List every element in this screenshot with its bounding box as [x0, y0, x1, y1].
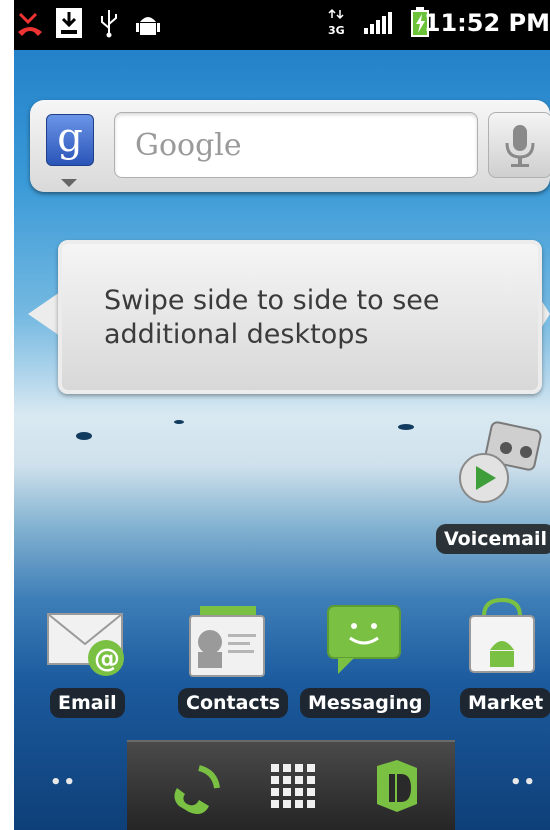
- swipe-tip-text: Swipe side to side to see additional des…: [104, 285, 440, 350]
- app-label-market: Market: [460, 688, 550, 718]
- google-logo-button[interactable]: g: [46, 114, 94, 166]
- app-market[interactable]: Market: [458, 598, 550, 724]
- browser-icon[interactable]: [367, 756, 427, 816]
- contacts-icon: [189, 606, 265, 677]
- google-search-widget[interactable]: g: [30, 100, 550, 192]
- svg-text:3G: 3G: [328, 24, 345, 37]
- svg-text:@: @: [94, 644, 120, 674]
- swipe-tip-bubble[interactable]: Swipe side to side to see additional des…: [58, 240, 542, 394]
- usb-icon[interactable]: [98, 8, 120, 38]
- status-time: 11:52 PM: [423, 9, 550, 37]
- wallpaper-rock: [398, 424, 414, 430]
- download-icon[interactable]: [54, 6, 84, 40]
- voicemail-icon: [459, 421, 542, 503]
- app-label-email: Email: [50, 688, 125, 718]
- right-page-indicator[interactable]: ••: [510, 772, 537, 793]
- android-debug-icon[interactable]: [136, 8, 160, 38]
- bubble-left-arrow: [28, 292, 60, 336]
- app-launcher-icon[interactable]: [261, 756, 321, 816]
- search-field[interactable]: [114, 112, 478, 178]
- signal-icon: [364, 12, 392, 34]
- app-messaging[interactable]: Messaging: [300, 600, 431, 724]
- phone-icon[interactable]: [165, 758, 225, 818]
- status-bar: 3G 11:52 PM: [14, 0, 550, 50]
- microphone-icon: [505, 125, 535, 167]
- voicemail-label: Voicemail: [436, 524, 550, 554]
- messaging-icon: [327, 605, 401, 674]
- voicemail-shortcut[interactable]: Voicemail: [436, 416, 550, 556]
- voice-search-button[interactable]: [488, 112, 550, 178]
- phone-screen: 3G 11:52 PM g Google Swipe side to side …: [14, 0, 550, 830]
- left-page-indicator[interactable]: ••: [50, 772, 77, 793]
- data-arrows-icon: 3G: [328, 8, 345, 37]
- email-icon: @: [47, 613, 124, 676]
- app-contacts[interactable]: Contacts: [172, 600, 289, 724]
- market-icon: [469, 598, 535, 673]
- dock: [127, 740, 455, 830]
- app-label-contacts: Contacts: [178, 688, 289, 718]
- wallpaper-rock: [76, 432, 92, 440]
- app-email[interactable]: @ Email: [42, 600, 132, 724]
- search-input[interactable]: [133, 123, 457, 167]
- chevron-down-icon[interactable]: [61, 179, 77, 187]
- wallpaper-rock: [174, 420, 184, 424]
- missed-call-icon[interactable]: [16, 8, 44, 38]
- app-label-messaging: Messaging: [300, 688, 431, 718]
